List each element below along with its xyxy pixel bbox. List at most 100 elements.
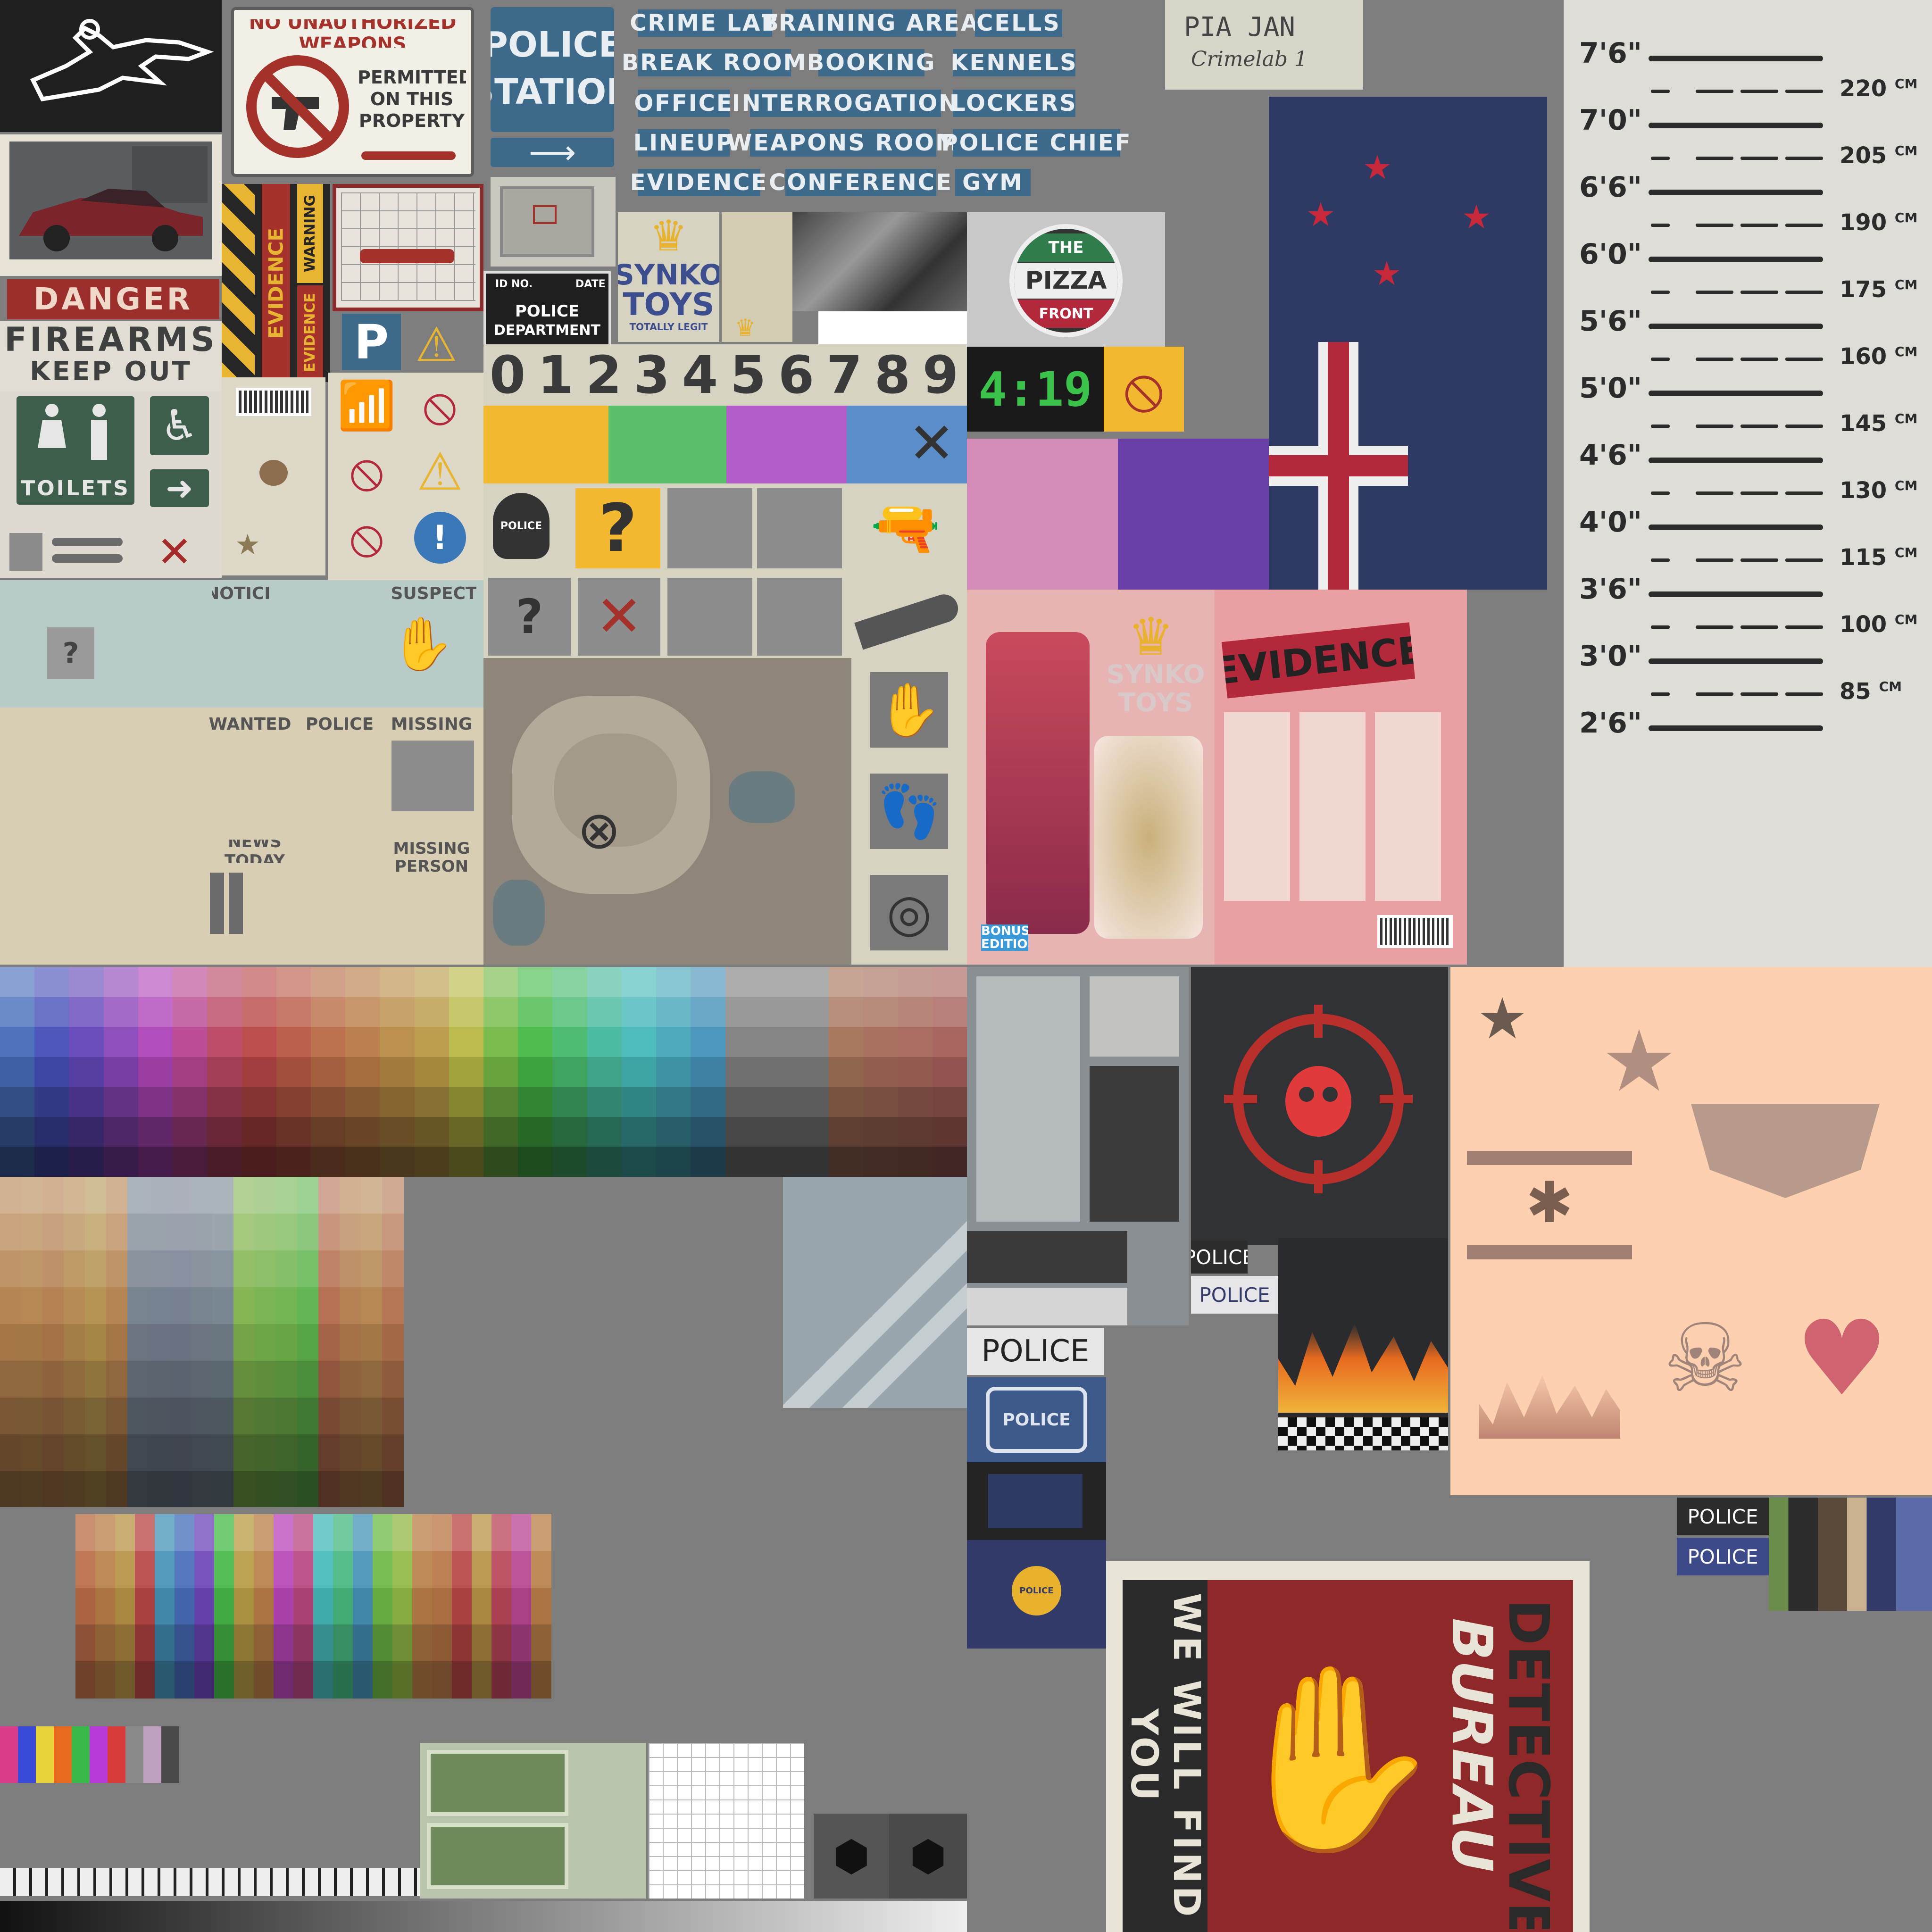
palette-swatch [518,1027,553,1058]
firearms-sign: FIREARMS KEEP OUT [0,321,222,391]
palette-swatch [173,997,208,1028]
blank-strip [818,311,967,344]
palette-swatch [276,1361,298,1398]
palette-swatch [621,1087,657,1117]
palette-swatch [380,1027,415,1058]
police-badge-icon: POLICE [493,493,550,559]
palette-swatch [75,1551,96,1588]
palette-swatch [491,1624,512,1662]
palette-swatch [75,1588,96,1625]
palette-swatch [127,1250,149,1288]
palette-swatch [412,1514,433,1551]
palette-swatch [173,1147,208,1177]
new-zealand-flag: ★ ★ ★ ★ [1269,97,1547,590]
height-cm-unit: CM [1894,478,1918,493]
chalk-outline-tile [0,0,222,132]
palette-swatch [42,1214,64,1251]
fingerprint-icon: ◎ [870,875,948,950]
palette-swatch [414,997,450,1028]
palette-swatch [414,967,450,998]
palette-swatch [64,1361,85,1398]
palette-swatch [449,1087,484,1117]
police-id-card: ID NO. DATE POLICE DEPARTMENT [483,271,611,347]
spider-skull-icon [1224,1005,1413,1193]
police-big-label: POLICE [967,1328,1104,1375]
palette-swatch [759,1027,795,1058]
palette-swatch [191,1361,213,1398]
digit-0: 0 [489,345,526,405]
palette-swatch [412,1624,433,1662]
toy-box: ♛ SYNKO TOYS EVIDENCE BONUS EDITION [967,590,1467,965]
palette-swatch [829,1116,864,1148]
color-text-blocks: ✕ [483,406,967,483]
piano-keys [0,1868,420,1896]
palette-swatch [293,1624,314,1662]
missing-person-label: MISSING PERSON [387,840,476,875]
palette-swatch [759,997,795,1028]
palette-swatch [621,1147,657,1177]
palette-swatch [759,967,795,998]
palette-swatch [69,1057,104,1088]
palette-swatch [242,1087,277,1117]
police-station-line1: POLICE [491,25,614,65]
height-cm-value: 115 [1840,544,1887,571]
rainbow-swatch [0,1726,18,1783]
height-dash [1785,692,1823,696]
palette-swatch [115,1514,135,1551]
digit-8: 8 [874,345,911,405]
palette-swatch [115,1624,135,1662]
toy-evidence-label: EVIDENCE [1221,622,1416,699]
palette-swatch [175,1588,195,1625]
height-feet-10: 2'6" [1579,707,1642,740]
no-entry-icon: ⦸ [423,375,457,435]
room-sign-3: BREAK ROOM [621,49,808,76]
palette-swatch [115,1661,135,1699]
height-mark-9 [1649,658,1823,664]
palette-swatch [0,1116,35,1148]
palette-swatch [380,1116,415,1148]
height-cm-5: 145 CM [1840,410,1917,437]
palette-swatch [103,997,139,1028]
palette-swatch [34,1116,70,1148]
palette-swatch [382,1214,404,1251]
palette-swatch [214,1661,234,1699]
height-dash [1785,491,1823,495]
palette-swatch [21,1214,43,1251]
palette-swatch [207,1087,242,1117]
flame-decal [1479,1375,1620,1439]
palette-swatch [759,1116,795,1148]
palette-swatch [829,1087,864,1117]
palette-swatch [242,967,277,998]
palette-swatch [725,1027,760,1058]
palette-swatch [432,1551,452,1588]
palette-swatch [149,1214,170,1251]
height-cm-2: 190 CM [1840,209,1917,236]
star-decal-large: ★ [1601,1014,1677,1108]
height-mark-10 [1649,725,1823,731]
palette-swatch [898,1147,933,1177]
palette-swatch [491,1661,512,1699]
palette-swatch [552,997,588,1028]
palette-swatch [340,1361,361,1398]
height-cm-0: 220 CM [1840,75,1917,102]
palette-swatch [149,1250,170,1288]
small-news-strip: ✕ [0,519,222,578]
palette-swatch [361,1250,383,1288]
palette-swatch [656,1147,691,1177]
palette-swatch [552,1057,588,1088]
palette-swatch [254,1514,274,1551]
palette-swatch [353,1588,373,1625]
police-blue-badge: POLICE [967,1377,1106,1462]
palette-swatch [472,1624,492,1662]
palette-swatch [621,1027,657,1058]
pizza-bottom: FRONT [1014,300,1118,328]
missing-person-line1: MISSING [393,840,470,858]
beard-decal [1691,1104,1880,1198]
palette-swatch [587,1027,622,1058]
palette-swatch [318,1177,340,1214]
palette-swatch [621,1116,657,1148]
height-feet-6: 4'6" [1579,439,1642,472]
arrow-right-icon: ➜ [150,469,209,507]
height-dash [1696,157,1733,160]
palette-swatch [587,1057,622,1088]
